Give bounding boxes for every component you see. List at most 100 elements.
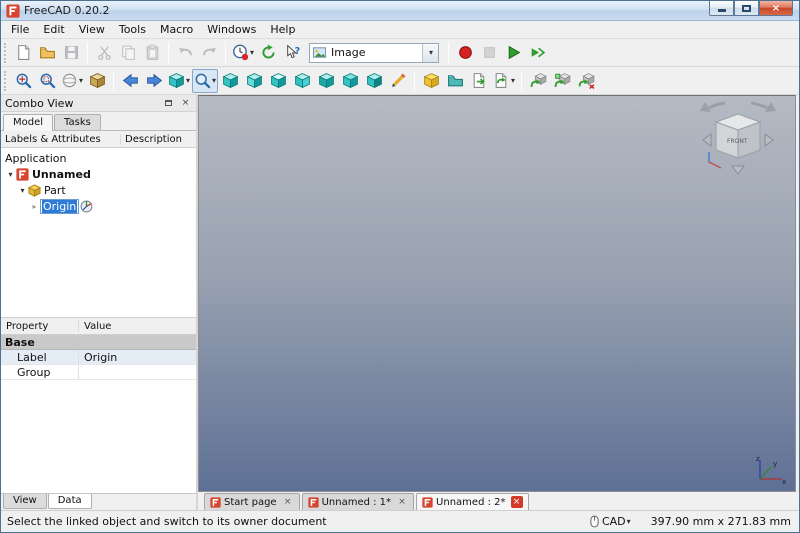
- nav-forward-button[interactable]: [142, 69, 166, 93]
- redo-button[interactable]: [197, 41, 221, 65]
- refresh-button[interactable]: [256, 41, 280, 65]
- zoom-icon: [194, 72, 211, 89]
- make-link-button[interactable]: [526, 69, 550, 93]
- model-tree[interactable]: Application ▾ Unnamed ▾ Part ▸ Origin: [1, 148, 196, 318]
- property-group-base[interactable]: Base: [1, 335, 196, 350]
- create-group-button[interactable]: [443, 69, 467, 93]
- paste-button[interactable]: [140, 41, 164, 65]
- toolbar-grip[interactable]: [4, 71, 7, 91]
- branch-open-icon[interactable]: ▾: [5, 170, 16, 179]
- tab-label: Start page: [224, 497, 277, 508]
- create-part-button[interactable]: [419, 69, 443, 93]
- fit-all-button[interactable]: [11, 69, 35, 93]
- workbench-selector[interactable]: Image ▾: [309, 43, 439, 63]
- tree-column-header[interactable]: Labels & Attributes Description: [1, 131, 196, 148]
- undo-button[interactable]: [173, 41, 197, 65]
- tree-item-application[interactable]: Application: [1, 150, 196, 166]
- menu-file[interactable]: File: [4, 22, 36, 37]
- record-icon: [457, 44, 474, 61]
- replace-link-button[interactable]: [574, 69, 598, 93]
- tab-view[interactable]: View: [3, 494, 47, 509]
- menu-edit[interactable]: Edit: [36, 22, 71, 37]
- dropdown-arrow-icon: ▾: [79, 77, 83, 85]
- tab-unnamed-1[interactable]: Unnamed : 1* ×: [302, 493, 414, 510]
- tree-item-part[interactable]: ▾ Part: [1, 182, 196, 198]
- 3d-viewport[interactable]: FRONT z y x: [198, 95, 796, 492]
- navigation-cube[interactable]: FRONT: [695, 100, 781, 192]
- macro-record-button[interactable]: [453, 41, 477, 65]
- fit-selection-button[interactable]: [35, 69, 59, 93]
- tab-start-page[interactable]: Start page ×: [204, 493, 300, 510]
- macro-execute-button[interactable]: [501, 41, 525, 65]
- bounding-box-button[interactable]: [85, 69, 109, 93]
- view-axonometric-button[interactable]: ▾: [166, 69, 192, 93]
- view-right-button[interactable]: [290, 69, 314, 93]
- tab-tasks[interactable]: Tasks: [54, 114, 101, 130]
- nav-style-selector[interactable]: CAD ▾: [586, 514, 635, 529]
- toolbar-grip[interactable]: [4, 43, 7, 63]
- macro-recording-button[interactable]: ▾: [230, 41, 256, 65]
- share-button[interactable]: ▾: [491, 69, 517, 93]
- tab-close-button[interactable]: ×: [282, 496, 294, 508]
- view-isometric-button[interactable]: [218, 69, 242, 93]
- dropdown-arrow-icon: ▾: [511, 77, 515, 85]
- macro-clock-icon: [232, 44, 249, 61]
- make-sublink-button[interactable]: [550, 69, 574, 93]
- cut-button[interactable]: [92, 41, 116, 65]
- menu-macro[interactable]: Macro: [153, 22, 200, 37]
- property-col-name: Property: [1, 321, 79, 332]
- dock-close-button[interactable]: ×: [178, 97, 193, 110]
- tab-unnamed-2[interactable]: Unnamed : 2* ×: [416, 493, 528, 510]
- close-button[interactable]: ×: [759, 1, 793, 16]
- draw-style-button[interactable]: ▾: [59, 69, 85, 93]
- view-rear-button[interactable]: [314, 69, 338, 93]
- tree-item-origin[interactable]: ▸ Origin: [1, 198, 196, 214]
- menu-tools[interactable]: Tools: [112, 22, 153, 37]
- open-document-button[interactable]: [35, 41, 59, 65]
- dock-float-button[interactable]: [161, 97, 176, 110]
- export-button[interactable]: [467, 69, 491, 93]
- macro-stop-button[interactable]: [477, 41, 501, 65]
- new-document-button[interactable]: [11, 41, 35, 65]
- property-row-group[interactable]: Group: [1, 365, 196, 380]
- rename-edit-field[interactable]: Origin: [40, 199, 79, 214]
- whats-this-icon: ?: [284, 44, 301, 61]
- maximize-button[interactable]: [734, 1, 759, 16]
- save-button[interactable]: [59, 41, 83, 65]
- refresh-icon: [260, 44, 277, 61]
- menu-windows[interactable]: Windows: [200, 22, 263, 37]
- tab-data[interactable]: Data: [48, 494, 92, 509]
- view-front-button[interactable]: [242, 69, 266, 93]
- workbench-selector-arrow[interactable]: ▾: [422, 44, 438, 62]
- tree-item-document[interactable]: ▾ Unnamed: [1, 166, 196, 182]
- tab-close-button[interactable]: ×: [396, 496, 408, 508]
- open-folder-icon: [39, 44, 56, 61]
- nav-back-button[interactable]: [118, 69, 142, 93]
- macro-debug-button[interactable]: [525, 41, 549, 65]
- branch-open-icon[interactable]: ▾: [17, 186, 28, 195]
- property-row-label[interactable]: Label Origin: [1, 350, 196, 365]
- menu-view[interactable]: View: [72, 22, 112, 37]
- branch-closed-icon[interactable]: ▸: [29, 202, 40, 211]
- tab-label: Unnamed : 1*: [322, 497, 391, 508]
- axis-cross: z y x: [751, 453, 787, 485]
- measure-distance-button[interactable]: [386, 69, 410, 93]
- redo-icon: [201, 44, 218, 61]
- copy-button[interactable]: [116, 41, 140, 65]
- maximize-icon: [742, 5, 751, 12]
- view-bottom-button[interactable]: [338, 69, 362, 93]
- minimize-button[interactable]: [709, 1, 734, 16]
- mouse-icon: [590, 515, 599, 528]
- menu-help[interactable]: Help: [263, 22, 302, 37]
- combo-view-header[interactable]: Combo View ×: [1, 95, 196, 112]
- view-left-button[interactable]: [362, 69, 386, 93]
- tab-close-button[interactable]: ×: [511, 496, 523, 508]
- part-icon: [28, 184, 41, 197]
- view-top-button[interactable]: [266, 69, 290, 93]
- property-value[interactable]: Origin: [79, 351, 196, 364]
- property-header[interactable]: Property Value: [1, 318, 196, 335]
- whats-this-button[interactable]: ?: [280, 41, 304, 65]
- tab-model[interactable]: Model: [3, 114, 53, 131]
- title-bar: FreeCAD 0.20.2 ×: [1, 1, 799, 21]
- zoom-button[interactable]: ▾: [192, 69, 218, 93]
